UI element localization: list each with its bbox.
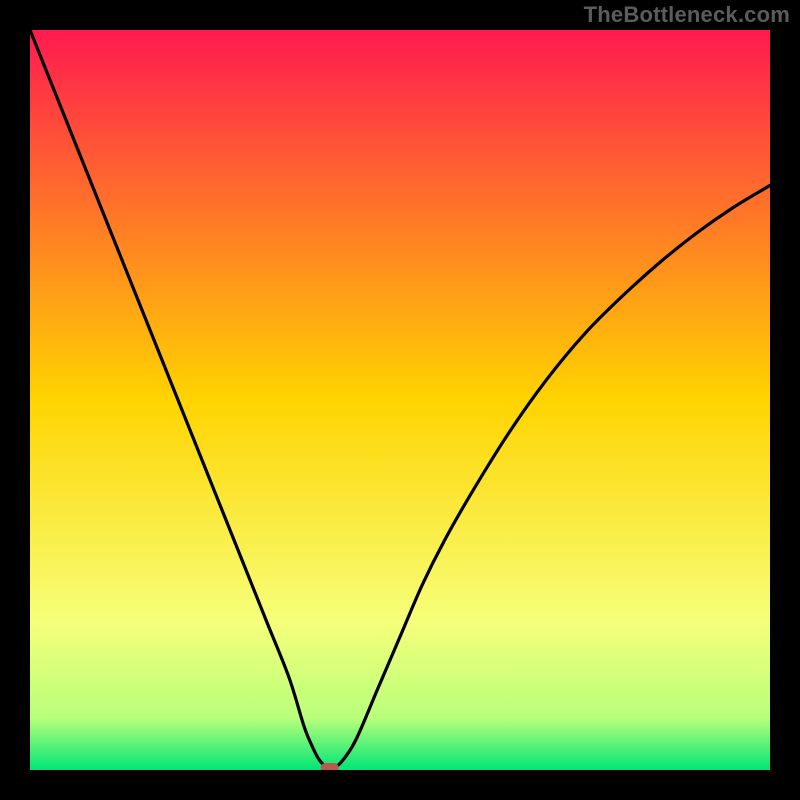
watermark-text: TheBottleneck.com [584,2,790,28]
plot-background [30,30,770,770]
chart-svg [0,0,800,800]
chart-frame: { "watermark": "TheBottleneck.com", "col… [0,0,800,800]
